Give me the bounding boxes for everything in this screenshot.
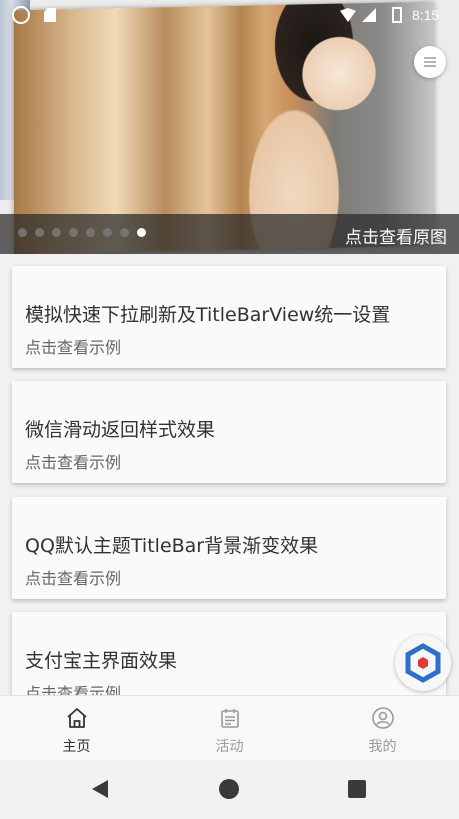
banner-dot <box>120 228 129 237</box>
floating-app-button[interactable] <box>395 635 451 691</box>
banner-dot <box>103 228 112 237</box>
image-banner[interactable]: 8:15 点击查看原图 <box>0 0 459 254</box>
bottom-navigation: 主页 活动 我的 <box>0 695 459 761</box>
tab-mine-label: 我的 <box>368 739 397 755</box>
list-item[interactable]: 模拟快速下拉刷新及TitleBarView统一设置 点击查看示例 <box>12 266 446 368</box>
status-sync-icon <box>12 6 30 24</box>
list-item-title: QQ默认主题TitleBar背景渐变效果 <box>25 535 319 557</box>
sd-card-icon <box>44 8 56 22</box>
status-bar: 8:15 <box>0 0 459 30</box>
list-item[interactable]: QQ默认主题TitleBar背景渐变效果 点击查看示例 <box>12 497 446 599</box>
list-item[interactable]: 微信滑动返回样式效果 点击查看示例 <box>12 381 446 483</box>
menu-icon[interactable] <box>414 46 446 78</box>
tab-home[interactable]: 主页 <box>0 696 153 761</box>
home-circle-icon[interactable] <box>219 779 239 799</box>
hexagon-logo-icon <box>405 643 441 683</box>
list-item-subtitle: 点击查看示例 <box>25 684 122 695</box>
banner-dot <box>18 228 27 237</box>
recent-apps-icon[interactable] <box>348 780 366 798</box>
tab-activity[interactable]: 活动 <box>153 696 306 761</box>
back-icon[interactable] <box>92 780 108 798</box>
user-icon <box>371 707 394 729</box>
wifi-icon <box>340 8 356 22</box>
battery-icon <box>392 7 402 23</box>
banner-dot <box>69 228 78 237</box>
list-item-title: 模拟快速下拉刷新及TitleBarView统一设置 <box>25 304 391 326</box>
home-icon <box>66 708 87 728</box>
demo-list[interactable]: 模拟快速下拉刷新及TitleBarView统一设置 点击查看示例 微信滑动返回样… <box>0 254 459 695</box>
status-time: 8:15 <box>412 7 440 23</box>
list-item-title: 微信滑动返回样式效果 <box>25 419 216 441</box>
banner-dot <box>137 228 146 237</box>
view-original-link[interactable]: 点击查看原图 <box>345 223 447 248</box>
list-item[interactable]: 支付宝主界面效果 点击查看示例 <box>12 612 446 695</box>
signal-icon <box>362 8 376 22</box>
tab-home-label: 主页 <box>62 739 91 755</box>
banner-dot <box>35 228 44 237</box>
list-item-subtitle: 点击查看示例 <box>25 338 122 357</box>
tab-activity-label: 活动 <box>215 739 244 755</box>
list-item-title: 支付宝主界面效果 <box>25 650 178 672</box>
banner-dot <box>86 228 95 237</box>
banner-indicator <box>18 228 146 237</box>
tab-mine[interactable]: 我的 <box>306 696 459 761</box>
list-item-subtitle: 点击查看示例 <box>25 569 122 588</box>
banner-dot <box>52 228 61 237</box>
calendar-icon <box>220 709 239 728</box>
list-item-subtitle: 点击查看示例 <box>25 453 122 472</box>
